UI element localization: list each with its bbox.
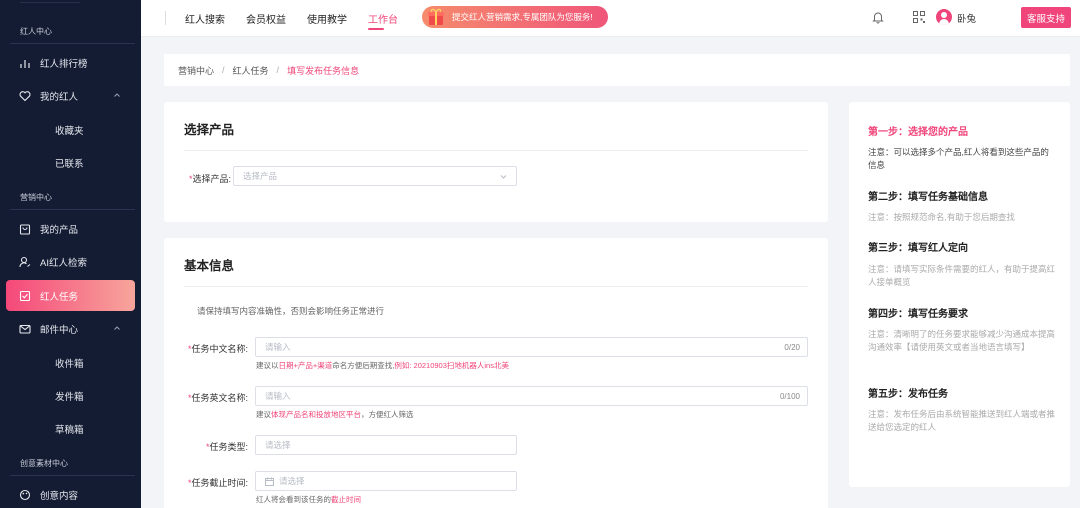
username[interactable]: 卧兔 — [957, 11, 976, 25]
input-placeholder: 请输入 — [265, 342, 291, 352]
step-3-desc: 注意：请填写实际条件需要的红人，有助于提高红人接单概览 — [868, 264, 1056, 287]
qr-code-icon[interactable] — [912, 10, 926, 24]
card-title: 基本信息 — [184, 259, 235, 273]
datepicker-placeholder: 请选择 — [279, 476, 305, 486]
deadline-hint: 红人将会看到该任务的截止时间 — [256, 495, 361, 504]
sidebar-item-drafts[interactable]: 草稿箱 — [55, 422, 84, 436]
step-1-title: 第一步：选择您的产品 — [868, 127, 968, 138]
sidebar-item-creative-content[interactable]: 创意内容 — [6, 480, 135, 508]
sidebar-item-influencer-tasks[interactable]: 红人任务 — [6, 280, 135, 311]
char-count: 0/20 — [784, 343, 800, 352]
chevron-up-icon — [114, 93, 120, 97]
bell-icon[interactable] — [871, 10, 885, 24]
sidebar-item-label: 我的产品 — [40, 225, 79, 236]
task-type-label: *任务类型: — [205, 442, 248, 452]
sidebar-cut-item — [20, 0, 80, 3]
chevron-up-icon — [114, 326, 120, 330]
sidebar-item-inbox[interactable]: 收件箱 — [55, 356, 84, 370]
step-5-title: 第五步：发布任务 — [868, 389, 948, 400]
avatar[interactable] — [936, 9, 952, 25]
sidebar-item-outbox[interactable]: 发件箱 — [55, 389, 84, 403]
divider — [184, 286, 808, 287]
breadcrumb-separator: / — [276, 65, 280, 75]
sidebar-item-contacted[interactable]: 已联系 — [55, 156, 84, 170]
bag-icon — [19, 223, 31, 235]
steps-panel: 第一步：选择您的产品 注意：可以选择多个产品,红人将看到这些产品的信息 第二步：… — [849, 102, 1070, 487]
gift-icon — [428, 8, 444, 25]
breadcrumb: 营销中心 / 红人任务 / 填写发布任务信息 — [164, 54, 1070, 86]
user-search-icon — [19, 256, 31, 268]
sidebar-section-influencer: 红人中心 — [20, 27, 52, 36]
checkbox-icon — [19, 290, 31, 302]
en-name-label: *任务英文名称: — [187, 393, 248, 403]
en-name-input[interactable]: 请输入 0/100 — [255, 386, 808, 406]
product-select[interactable]: 选择产品 — [233, 166, 517, 186]
deadline-label: *任务截止时间: — [187, 478, 248, 488]
active-tab-indicator — [368, 28, 384, 30]
step-1-desc: 注意：可以选择多个产品,红人将看到这些产品的信息 — [868, 147, 1049, 170]
palette-icon — [19, 489, 31, 501]
step-2-desc: 注意：按照规范命名,有助于您后期查找 — [868, 212, 1015, 222]
select-placeholder: 请选择 — [265, 440, 291, 450]
sidebar-item-ranking[interactable]: 红人排行榜 — [6, 48, 135, 78]
bar-chart-icon — [19, 57, 31, 69]
sidebar-item-label: 我的红人 — [40, 92, 79, 103]
deadline-datepicker[interactable]: 请选择 — [255, 471, 517, 491]
step-5-desc: 注意：发布任务后由系统智能推送到红人端或者推送给您选定的红人 — [868, 409, 1056, 432]
nav-workbench[interactable]: 工作台 — [368, 11, 398, 26]
heart-icon — [19, 90, 31, 102]
basic-info-card: 基本信息 请保持填写内容准确性，否则会影响任务正常进行 *任务中文名称: 请输入… — [164, 238, 828, 508]
breadcrumb-item-tasks[interactable]: 红人任务 — [233, 64, 269, 77]
select-placeholder: 选择产品 — [243, 171, 278, 181]
char-count: 0/100 — [779, 392, 800, 401]
breadcrumb-separator: / — [222, 65, 225, 75]
sidebar-divider — [10, 209, 135, 210]
sidebar-item-label: 红人排行榜 — [40, 59, 88, 70]
breadcrumb-item-marketing[interactable]: 营销中心 — [178, 64, 214, 77]
step-3-title: 第三步：填写红人定向 — [868, 243, 968, 254]
nav-membership[interactable]: 会员权益 — [246, 11, 286, 26]
breadcrumb-item-current: 填写发布任务信息 — [287, 65, 360, 76]
cn-name-label: *任务中文名称: — [187, 344, 248, 354]
nav-tutorial[interactable]: 使用教学 — [307, 11, 347, 26]
sidebar-item-label: AI红人检索 — [40, 258, 87, 269]
sidebar-section-marketing: 营销中心 — [20, 193, 52, 202]
sidebar-item-label: 邮件中心 — [40, 325, 79, 336]
cn-name-input[interactable]: 请输入 0/20 — [255, 337, 808, 357]
product-card: 选择产品 *选择产品: 选择产品 — [164, 102, 828, 222]
sidebar-divider — [10, 475, 135, 476]
cn-name-hint: 建议以日期+产品+渠道命名方便后期查找,例如: 20210903扫地机器人ins… — [256, 361, 509, 370]
nav-influencer-search[interactable]: 红人搜索 — [185, 11, 225, 26]
step-2-title: 第二步：填写任务基础信息 — [868, 192, 988, 203]
form-note: 请保持填写内容准确性，否则会影响任务正常进行 — [197, 306, 385, 316]
card-title: 选择产品 — [184, 123, 235, 137]
step-4-title: 第四步：填写任务要求 — [868, 309, 968, 320]
sidebar-section-creative: 创意素材中心 — [20, 459, 68, 468]
step-4-desc: 注意：清晰明了的任务要求能够减少沟通成本提高沟通效率【请使用英文或者当地语言填写… — [868, 329, 1056, 352]
input-placeholder: 请输入 — [265, 391, 291, 401]
sidebar: 红人中心 红人排行榜 我的红人 收藏夹 已联系 营销中心 我的产品 AI红人检索… — [0, 0, 141, 508]
sidebar-item-label: 红人任务 — [40, 291, 79, 303]
mail-icon — [19, 323, 31, 335]
promo-banner[interactable]: 提交红人营销需求,专属团队为您服务! — [422, 6, 608, 28]
banner-text: 提交红人营销需求,专属团队为您服务! — [452, 12, 593, 22]
top-bar: 红人搜索 会员权益 使用教学 工作台 提交红人营销需求,专属团队为您服务! 卧兔… — [141, 0, 1080, 37]
sidebar-item-ai-search[interactable]: AI红人检索 — [6, 247, 135, 277]
sidebar-item-my-influencers[interactable]: 我的红人 — [6, 81, 135, 111]
calendar-icon — [265, 477, 274, 486]
sidebar-item-mail-center[interactable]: 邮件中心 — [6, 314, 135, 344]
task-type-select[interactable]: 请选择 — [255, 435, 517, 455]
sidebar-item-label: 创意内容 — [40, 491, 79, 502]
sidebar-item-my-products[interactable]: 我的产品 — [6, 214, 135, 244]
divider — [165, 11, 166, 25]
sidebar-item-favorites[interactable]: 收藏夹 — [55, 123, 84, 137]
chevron-down-icon — [500, 175, 507, 179]
en-name-hint: 建议体现产品名和投放地区平台，方便红人筛选 — [256, 410, 414, 419]
sidebar-divider — [10, 43, 135, 44]
product-field-label: *选择产品: — [188, 174, 231, 184]
divider — [184, 150, 808, 151]
customer-support-button[interactable]: 客服支持 — [1021, 7, 1071, 28]
